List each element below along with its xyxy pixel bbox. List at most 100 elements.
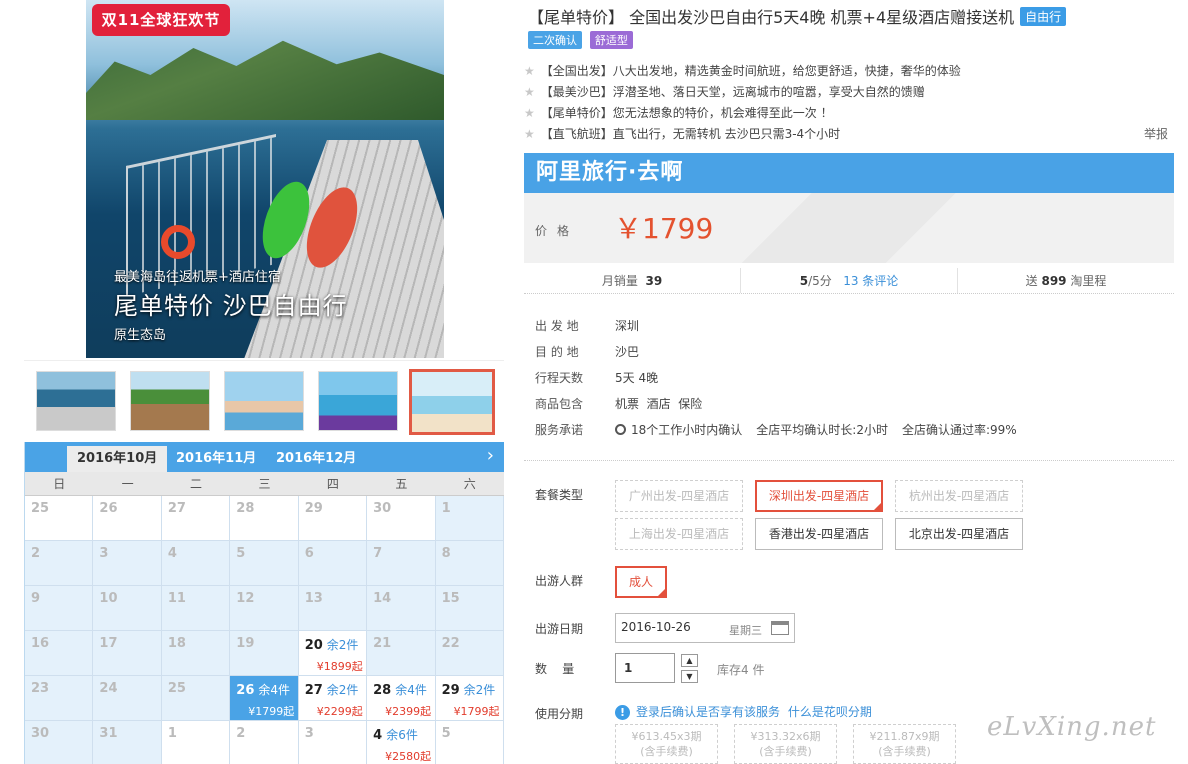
chevron-right-icon[interactable]: › (487, 445, 494, 466)
calendar-day[interactable]: 29 余2件 ¥1799起 (435, 676, 504, 721)
calendar-day: 18 (161, 631, 231, 676)
calendar-day: 7 (367, 541, 436, 586)
installment-option-9[interactable]: ¥211.87x9期 (含手续费) (853, 724, 956, 764)
day-number: 9 (31, 591, 41, 606)
day-number: 31 (99, 726, 118, 741)
calendar-weekdays: 日一二三四五六 (25, 472, 504, 496)
calendar-tab-nov[interactable]: 2016年11月 (166, 446, 266, 472)
calendar-day: 2 (230, 721, 299, 764)
login-link[interactable]: 登录后确认是否享有该服务 (636, 705, 780, 719)
calendar-day: 19 (230, 631, 299, 676)
package-option-hangzhou[interactable]: 杭州出发-四星酒店 (895, 480, 1023, 512)
day-number: 20 (304, 638, 323, 653)
reviews-link[interactable]: 13 条评论 (843, 274, 898, 288)
image-caption-small: 最美海岛往返机票+酒店住宿 (114, 270, 281, 285)
product-title: 【尾单特价】 全国出发沙巴自由行5天4晚 机票+4星级酒店赠接送机 自由行 (528, 4, 1067, 28)
day-remaining: 余4件 (395, 683, 427, 697)
calendar-tab-oct[interactable]: 2016年10月 (67, 446, 168, 472)
calendar-day[interactable]: 4 余6件 ¥2580起 (367, 721, 436, 764)
day-number: 29 (304, 501, 323, 516)
installment-option-6[interactable]: ¥313.32x6期 (含手续费) (734, 724, 837, 764)
calendar-day: 5 (230, 541, 299, 586)
day-number: 14 (373, 591, 392, 606)
quantity-increase-button[interactable]: ▲ (681, 654, 698, 667)
miles: 送 899 淘里程 (1025, 274, 1107, 288)
day-remaining: 余2件 (326, 683, 359, 697)
day-remaining: 余2件 (463, 683, 496, 697)
calendar-day: 16 (25, 631, 94, 676)
product-tags: 二次确认 舒适型 (528, 31, 637, 49)
day-number: 29 (441, 683, 460, 698)
calendar-day: 17 (93, 631, 162, 676)
report-link[interactable]: 举报 (1144, 125, 1168, 142)
info-icon: ! (615, 705, 630, 720)
star-icon: ★ (524, 85, 535, 99)
type-tag: 自由行 (1020, 7, 1067, 26)
day-number: 16 (31, 636, 50, 651)
package-option-shenzhen[interactable]: 深圳出发-四星酒店 (755, 480, 883, 512)
thumbnail-2[interactable] (130, 371, 210, 431)
thumbnail-1[interactable] (36, 371, 116, 431)
day-number: 18 (167, 636, 186, 651)
weekday-label: 一 (121, 477, 134, 491)
day-number: 1 (441, 501, 451, 516)
day-remaining: 余6件 (386, 728, 418, 742)
brand-banner: 阿里旅行·去啊 (524, 153, 1174, 193)
people-option-adult[interactable]: 成人 (615, 566, 667, 598)
installment-label: 使用分期 (535, 707, 584, 721)
package-option-hongkong[interactable]: 香港出发-四星酒店 (755, 518, 883, 550)
weekday-label: 六 (463, 477, 476, 491)
quantity-input[interactable]: 1 (615, 653, 675, 683)
calendar-day: 6 (298, 541, 368, 586)
calendar-day: 4 (161, 541, 231, 586)
package-option-shanghai[interactable]: 上海出发-四星酒店 (615, 518, 743, 550)
thumbnail-5[interactable] (409, 369, 495, 435)
stock-count: 库存4 件 (717, 663, 765, 677)
calendar-day: 13 (298, 586, 368, 631)
package-option-beijing[interactable]: 北京出发-四星酒店 (895, 518, 1023, 550)
quantity-label: 数 量 (535, 662, 575, 676)
day-price: ¥1799起 (453, 705, 500, 718)
installment-option-3[interactable]: ¥613.45x3期 (含手续费) (615, 724, 718, 764)
calendar-day[interactable]: 27 余2件 ¥2299起 (298, 676, 368, 721)
calendar-day: 10 (93, 586, 162, 631)
feature-list: ★ 【全国出发】八大出发地，精选黄金时间航班，给您更舒适，快捷，奢华的体验 ★ 【最… (524, 61, 1174, 145)
calendar-day: 31 (93, 721, 162, 764)
calendar-tab-dec[interactable]: 2016年12月 (266, 446, 366, 472)
feature-item: ★ 【尾单特价】您无法想象的特价，机会难得至此一次 ！ (524, 106, 833, 120)
date-input[interactable]: 2016-10-26 星期三 (615, 613, 795, 643)
promo-badge: 双11全球狂欢节 (92, 4, 230, 36)
info-row-service: 服务承诺 18个工作小时内确认 全店平均确认时长:2小时 全店确认通过率:99% (535, 423, 1017, 437)
image-caption-big: 尾单特价 沙巴自由行 (114, 292, 348, 320)
day-number: 30 (373, 501, 392, 516)
calendar-day[interactable]: 20 余2件 ¥1899起 (298, 631, 368, 676)
thumbnail-4[interactable] (318, 371, 398, 431)
star-icon: ★ (524, 64, 535, 78)
day-number: 1 (167, 726, 177, 741)
package-option-guangzhou[interactable]: 广州出发-四星酒店 (615, 480, 743, 512)
quantity-decrease-button[interactable]: ▼ (681, 670, 698, 683)
day-number: 15 (441, 591, 460, 606)
day-number: 3 (304, 726, 314, 741)
calendar-day: 30 (367, 496, 436, 541)
day-number: 27 (304, 683, 323, 698)
calendar-day: 26 (93, 496, 162, 541)
huabei-link[interactable]: 什么是花呗分期 (788, 705, 872, 719)
calendar-day: 1 (161, 721, 231, 764)
info-row-includes: 商品包含 机票 酒店 保险 (535, 397, 703, 411)
calendar-day[interactable]: 26 余4件 ¥1799起 (230, 676, 299, 721)
day-number: 24 (99, 681, 118, 696)
calendar-day: 27 (161, 496, 231, 541)
tag-confirm: 二次确认 (528, 31, 582, 49)
calendar-day: 30 (25, 721, 94, 764)
calendar-day: 22 (435, 631, 504, 676)
day-price: ¥2299起 (316, 705, 363, 718)
calendar-day: 25 (25, 496, 94, 541)
calendar-icon[interactable] (771, 621, 789, 635)
calendar-day[interactable]: 28 余4件 ¥2399起 (367, 676, 436, 721)
calendar-day: 11 (161, 586, 231, 631)
thumbnail-3[interactable] (224, 371, 304, 431)
weekday-label: 四 (326, 477, 339, 491)
day-number: 25 (167, 681, 186, 696)
image-caption-sub: 原生态岛 (114, 328, 167, 343)
